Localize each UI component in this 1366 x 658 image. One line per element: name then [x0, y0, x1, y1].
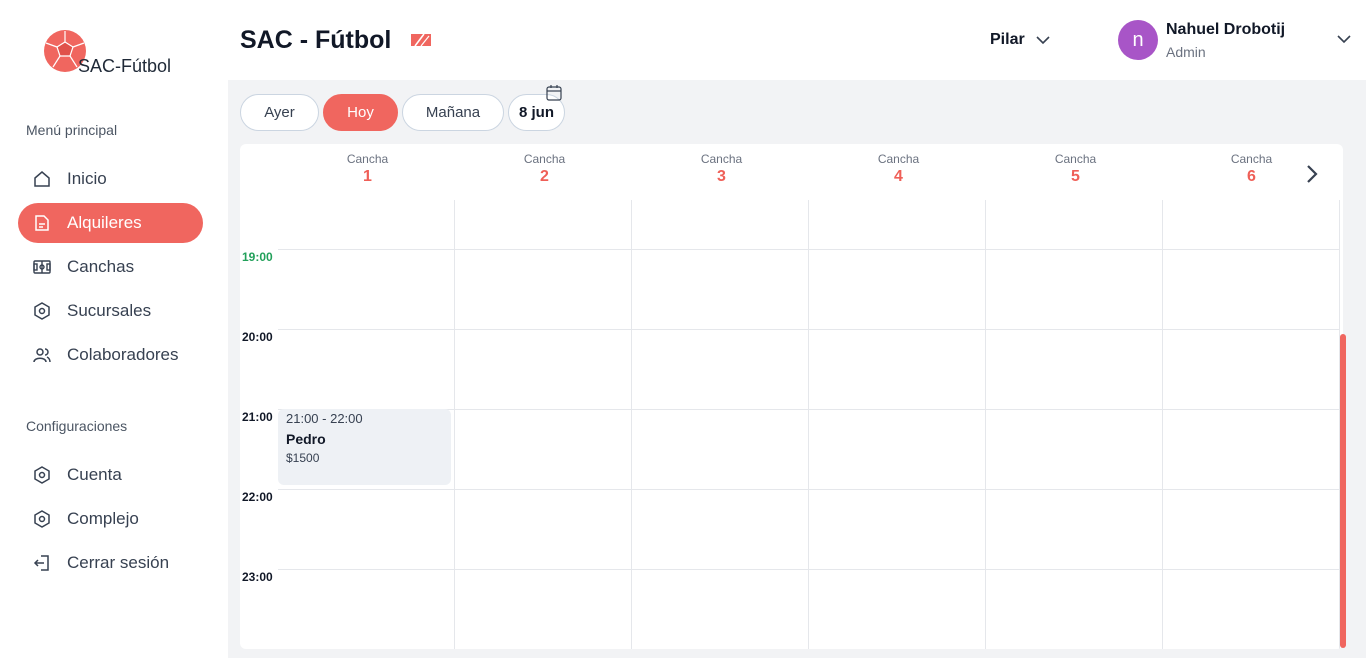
sidebar-item-cuenta[interactable]: Cuenta [18, 455, 203, 495]
court-label: Cancha [346, 152, 389, 166]
court-number: 5 [1071, 168, 1080, 185]
court-header-4: Cancha 4 [810, 152, 987, 186]
branch-label: Pilar [990, 31, 1025, 48]
sidebar-item-label: Canchas [67, 257, 135, 276]
court-header-2: Cancha 2 [456, 152, 633, 186]
sidebar-item-cerrar-sesion[interactable]: Cerrar sesión [18, 543, 203, 583]
top-header: SAC - Fútbol Pilar n Nahuel Drobotij Adm… [228, 0, 1366, 80]
chevron-down-icon[interactable] [1336, 34, 1352, 44]
booking-card[interactable]: 21:00 - 22:00 Pedro $1500 [278, 409, 451, 485]
user-name: Nahuel Drobotij [1166, 21, 1286, 38]
time-label: 20:00 [242, 330, 273, 344]
court-header-1: Cancha 1 [279, 152, 456, 186]
time-label: 23:00 [242, 570, 273, 584]
sidebar-item-label: Alquileres [67, 213, 142, 232]
sidebar-item-label: Cuenta [67, 465, 122, 484]
vertical-scrollbar[interactable] [1340, 334, 1346, 648]
chevron-down-icon [1036, 36, 1050, 45]
sidebar: SAC-Fútbol Menú principal Inicio Alquile… [0, 0, 228, 658]
hexagon-icon [32, 301, 52, 321]
chevron-right-icon[interactable] [1304, 162, 1320, 186]
time-label: 19:00 [242, 250, 273, 264]
row-divider [278, 249, 1340, 250]
today-button[interactable]: Hoy [323, 94, 398, 131]
ticket-icon [411, 33, 431, 47]
yesterday-button[interactable]: Ayer [240, 94, 319, 131]
branch-selector[interactable]: Pilar [990, 31, 1051, 49]
court-label: Cancha [1054, 152, 1097, 166]
sidebar-item-complejo[interactable]: Complejo [18, 499, 203, 539]
sidebar-item-label: Cerrar sesión [67, 553, 170, 572]
row-divider [278, 489, 1340, 490]
sidebar-item-colaboradores[interactable]: Colaboradores [18, 335, 203, 375]
court-header-3: Cancha 3 [633, 152, 810, 186]
avatar[interactable]: n [1118, 20, 1158, 60]
page-title: SAC - Fútbol [240, 26, 392, 54]
sidebar-item-canchas[interactable]: Canchas [18, 247, 203, 287]
court-label: Cancha [523, 152, 566, 166]
court-number: 3 [717, 168, 726, 185]
row-divider [278, 569, 1340, 570]
field-icon [32, 257, 52, 277]
hexagon-icon [32, 509, 52, 529]
court-label: Cancha [877, 152, 920, 166]
sidebar-item-label: Colaboradores [67, 345, 179, 364]
schedule-board: Cancha 1 Cancha 2 Cancha 3 Cancha 4 Canc… [240, 144, 1343, 649]
sidebar-item-alquileres[interactable]: Alquileres [18, 203, 203, 243]
time-label: 22:00 [242, 490, 273, 504]
main-menu-title: Menú principal [26, 122, 118, 138]
users-icon [32, 345, 52, 365]
logo-text: SAC-Fútbol [78, 56, 172, 76]
booking-name: Pedro [286, 431, 326, 447]
time-label: 21:00 [242, 410, 273, 424]
column-divider [985, 200, 986, 649]
tomorrow-button[interactable]: Mañana [402, 94, 504, 131]
court-number: 1 [363, 168, 372, 185]
document-icon [32, 213, 52, 233]
sidebar-item-sucursales[interactable]: Sucursales [18, 291, 203, 331]
home-icon [32, 169, 52, 189]
hexagon-icon [32, 465, 52, 485]
court-label: Cancha [700, 152, 743, 166]
booking-price: $1500 [286, 451, 320, 465]
column-divider [631, 200, 632, 649]
column-divider [808, 200, 809, 649]
row-divider [278, 329, 1340, 330]
sidebar-item-inicio[interactable]: Inicio [18, 159, 203, 199]
sidebar-item-label: Sucursales [67, 301, 152, 320]
logout-icon [32, 553, 52, 573]
main-content: Ayer Hoy Mañana 8 jun Cancha 1 Cancha 2 … [228, 80, 1366, 658]
court-header-5: Cancha 5 [987, 152, 1164, 186]
sidebar-item-label: Inicio [67, 169, 107, 188]
column-divider [1162, 200, 1163, 649]
court-number: 4 [894, 168, 903, 185]
logo[interactable]: SAC-Fútbol [42, 26, 192, 76]
config-menu-title: Configuraciones [26, 418, 128, 434]
user-role: Admin [1166, 44, 1206, 60]
booking-time: 21:00 - 22:00 [286, 411, 363, 426]
sidebar-item-label: Complejo [67, 509, 139, 528]
calendar-icon[interactable] [545, 84, 563, 102]
column-divider [454, 200, 455, 649]
court-number: 2 [540, 168, 549, 185]
